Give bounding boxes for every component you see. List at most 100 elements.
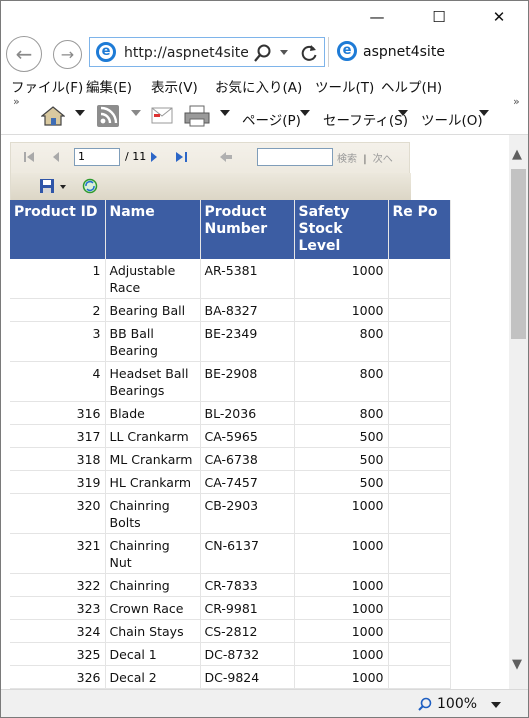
cell-reorder-point: [388, 447, 451, 471]
tools-menu[interactable]: ツール(O): [421, 109, 483, 129]
zoom-dropdown-icon[interactable]: [491, 702, 501, 708]
refresh-report-icon[interactable]: [82, 178, 98, 194]
cell-safety-stock-level: 800: [294, 361, 389, 402]
cell-reorder-point: [388, 259, 451, 299]
back-button[interactable]: ←: [6, 36, 42, 72]
cell-product-id: 322: [10, 573, 106, 597]
search-icon[interactable]: [254, 44, 272, 62]
close-button[interactable]: ✕: [476, 1, 522, 33]
table-row: 321 Chainring Nut CN-6137 1000: [10, 533, 451, 574]
export-dropdown-icon[interactable]: [60, 185, 66, 189]
menu-edit[interactable]: 編集(E): [86, 76, 132, 96]
cell-product-number: CR-7833: [200, 573, 295, 597]
cell-product-id: 1: [10, 259, 106, 299]
safety-dropdown-icon[interactable]: [398, 110, 408, 116]
page-dropdown-icon[interactable]: [300, 110, 310, 116]
cell-reorder-point: [388, 596, 451, 620]
feed-dropdown-icon[interactable]: [131, 110, 141, 116]
report-viewer-toolbar-row2: [11, 173, 411, 200]
column-header-product-number: Product Number: [200, 200, 295, 259]
cell-safety-stock-level: 500: [294, 424, 389, 448]
table-row: 319 HL Crankarm CA-7457 500: [10, 470, 451, 494]
cell-safety-stock-level: 1000: [294, 533, 389, 574]
status-bar: 100%: [1, 689, 528, 717]
page-total: / 11: [125, 150, 147, 163]
table-row: 320 Chainring Bolts CB-2903 1000: [10, 493, 451, 534]
scroll-up-icon[interactable]: ▲: [512, 147, 522, 162]
address-url[interactable]: http://aspnet4site/: [124, 45, 248, 61]
cell-reorder-point: [388, 401, 451, 425]
cell-product-number: CB-2903: [200, 493, 295, 534]
cell-name: Crown Race: [105, 596, 201, 620]
cell-reorder-point: [388, 642, 451, 666]
refresh-icon[interactable]: [300, 44, 318, 62]
chevron-right-icon[interactable]: »: [513, 95, 520, 108]
home-icon[interactable]: [41, 105, 65, 127]
table-row: 3 BB Ball Bearing BE-2349 800: [10, 321, 451, 362]
cell-product-number: BA-8327: [200, 298, 295, 322]
cell-name: Chainring: [105, 573, 201, 597]
find-link[interactable]: 検索: [337, 154, 357, 165]
menu-view[interactable]: 表示(V): [151, 76, 198, 96]
forward-button[interactable]: →: [53, 40, 82, 69]
cell-product-number: BE-2349: [200, 321, 295, 362]
chevron-left-icon[interactable]: »: [13, 95, 20, 108]
maximize-button[interactable]: ☐: [416, 1, 462, 33]
title-bar: — ☐ ✕: [1, 1, 528, 33]
minimize-button[interactable]: —: [354, 1, 400, 33]
safety-menu[interactable]: セーフティ(S): [323, 109, 408, 129]
cell-name: ML Crankarm: [105, 447, 201, 471]
page-number-input[interactable]: 1: [74, 148, 120, 166]
tab-favicon-icon: e: [337, 41, 357, 61]
column-header-reorder-point: Re Po: [388, 200, 451, 259]
address-bar[interactable]: e http://aspnet4site/: [89, 37, 325, 67]
cell-product-number: CA-7457: [200, 470, 295, 494]
address-dropdown-icon[interactable]: [280, 50, 288, 55]
cell-product-id: 318: [10, 447, 106, 471]
find-text-input[interactable]: [257, 148, 333, 166]
menu-favorites[interactable]: お気に入り(A): [215, 76, 302, 96]
menu-tools[interactable]: ツール(T): [315, 76, 374, 96]
cell-reorder-point: [388, 665, 451, 689]
cell-product-number: CA-5965: [200, 424, 295, 448]
last-page-icon[interactable]: [175, 151, 189, 163]
table-row: 316 Blade BL-2036 800: [10, 401, 451, 425]
cell-product-id: 325: [10, 642, 106, 666]
cell-reorder-point: [388, 533, 451, 574]
cell-safety-stock-level: 500: [294, 447, 389, 471]
cell-reorder-point: [388, 573, 451, 597]
cell-product-number: DC-9824: [200, 665, 295, 689]
next-page-icon[interactable]: [149, 151, 159, 163]
print-icon[interactable]: [184, 105, 210, 127]
export-save-icon[interactable]: [39, 178, 55, 194]
menu-file[interactable]: ファイル(F): [11, 76, 83, 96]
table-row: 2 Bearing Ball BA-8327 1000: [10, 298, 451, 322]
tools-dropdown-icon[interactable]: [479, 110, 489, 116]
scrollbar-thumb[interactable]: [511, 169, 526, 339]
find-next-link[interactable]: 次へ: [373, 154, 393, 165]
page-menu[interactable]: ページ(P): [242, 109, 301, 129]
menu-help[interactable]: ヘルプ(H): [381, 76, 442, 96]
cell-name: Chainring Nut: [105, 533, 201, 574]
browser-window: — ☐ ✕ ← → e http://aspnet4site/ e aspnet…: [0, 0, 529, 718]
cell-safety-stock-level: 500: [294, 470, 389, 494]
scroll-down-icon[interactable]: ▼: [512, 657, 522, 672]
previous-page-icon[interactable]: [51, 151, 61, 163]
back-to-parent-icon[interactable]: [219, 151, 233, 163]
cell-name: Chain Stays: [105, 619, 201, 643]
vertical-scrollbar[interactable]: ▲ ▼: [509, 135, 528, 689]
rss-feed-icon[interactable]: [96, 104, 120, 128]
table-body: 1 Adjustable Race AR-5381 1000 2 Bearing Ball…: [10, 259, 451, 689]
ie-logo-icon: e: [96, 42, 116, 62]
menu-bar: ファイル(F) 編集(E) 表示(V) お気に入り(A) ツール(T) ヘルプ(…: [1, 73, 528, 96]
table-row: 1 Adjustable Race AR-5381 1000: [10, 259, 451, 299]
mail-icon[interactable]: [151, 107, 173, 124]
cell-reorder-point: [388, 470, 451, 494]
zoom-level[interactable]: 100%: [437, 696, 477, 712]
browser-tab[interactable]: e aspnet4site: [328, 37, 528, 67]
table-row: 325 Decal 1 DC-8732 1000: [10, 642, 451, 666]
print-dropdown-icon[interactable]: [220, 110, 230, 116]
zoom-icon[interactable]: [418, 697, 432, 711]
first-page-icon[interactable]: [23, 151, 35, 163]
home-dropdown-icon[interactable]: [75, 110, 85, 116]
